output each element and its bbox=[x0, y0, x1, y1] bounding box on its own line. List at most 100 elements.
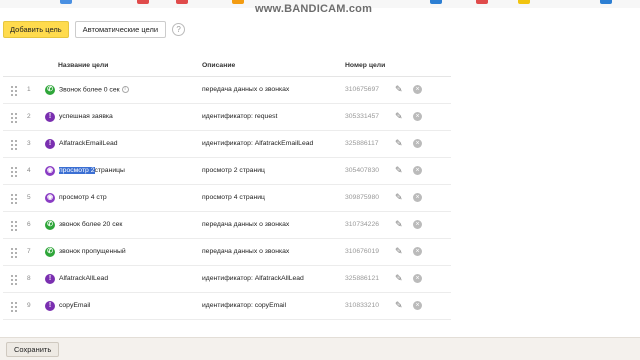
row-index: 9 bbox=[27, 302, 31, 309]
goal-number: 325886121 bbox=[345, 275, 380, 282]
row-index: 2 bbox=[27, 113, 31, 120]
goal-name: звонок пропущенный bbox=[59, 248, 126, 255]
goals-table: Название цели Описание Номер цели 1 ✆ Зв… bbox=[3, 55, 451, 320]
goal-description: передача данных о звонках bbox=[202, 221, 290, 228]
drag-handle-icon[interactable] bbox=[11, 167, 18, 177]
goal-name: успешная заявка bbox=[59, 113, 113, 120]
javascript-event-icon: ! bbox=[45, 139, 55, 149]
goal-description: идентификатор: copyEmail bbox=[202, 302, 287, 309]
javascript-event-icon: ! bbox=[45, 112, 55, 122]
delete-icon[interactable]: × bbox=[413, 85, 422, 94]
browser-favicon[interactable] bbox=[137, 0, 149, 4]
goal-number: 310676019 bbox=[345, 248, 380, 255]
help-icon[interactable]: ? bbox=[172, 23, 186, 36]
goal-number: 310833210 bbox=[345, 302, 380, 309]
delete-icon[interactable]: × bbox=[413, 247, 422, 256]
goal-name-text: AlfatrackEmailLead bbox=[59, 140, 118, 147]
goal-description: идентификатор: request bbox=[202, 113, 278, 120]
edit-pencil-icon[interactable]: ✎ bbox=[395, 300, 403, 311]
save-button[interactable]: Сохранить bbox=[6, 342, 60, 357]
drag-handle-icon[interactable] bbox=[11, 113, 18, 123]
edit-pencil-icon[interactable]: ✎ bbox=[395, 192, 403, 203]
auto-goals-button[interactable]: Автоматические цели bbox=[74, 21, 167, 38]
javascript-event-icon: ! bbox=[45, 301, 55, 311]
edit-pencil-icon[interactable]: ✎ bbox=[395, 111, 403, 122]
table-row[interactable]: 9 ! copyEmail идентификатор: copyEmail 3… bbox=[3, 293, 451, 320]
table-header: Название цели Описание Номер цели bbox=[3, 55, 451, 77]
row-index: 4 bbox=[27, 167, 31, 174]
edit-pencil-icon[interactable]: ✎ bbox=[395, 273, 403, 284]
column-header-description: Описание bbox=[202, 62, 236, 69]
browser-favicon[interactable] bbox=[60, 0, 72, 4]
drag-handle-icon[interactable] bbox=[11, 275, 18, 285]
goal-number: 310734226 bbox=[345, 221, 380, 228]
goal-description: просмотр 4 страниц bbox=[202, 194, 265, 201]
goal-name: AlfatrackEmailLead bbox=[59, 140, 118, 147]
goal-name-text: просмотр 4 стр bbox=[59, 194, 107, 201]
browser-favicon[interactable] bbox=[176, 0, 188, 4]
browser-favicon[interactable] bbox=[232, 0, 244, 4]
drag-handle-icon[interactable] bbox=[11, 221, 18, 231]
table-row[interactable]: 8 ! AlfatrackAllLead идентификатор: Alfa… bbox=[3, 266, 451, 293]
delete-icon[interactable]: × bbox=[413, 166, 422, 175]
phone-icon: ✆ bbox=[45, 220, 55, 230]
drag-handle-icon[interactable] bbox=[11, 140, 18, 150]
browser-favicon[interactable] bbox=[600, 0, 612, 4]
goal-name: AlfatrackAllLead bbox=[59, 275, 108, 282]
phone-icon: ✆ bbox=[45, 85, 55, 95]
goal-name: copyEmail bbox=[59, 302, 90, 309]
javascript-event-icon: ! bbox=[45, 274, 55, 284]
table-row[interactable]: 7 ✆ звонок пропущенный передача данных о… bbox=[3, 239, 451, 266]
delete-icon[interactable]: × bbox=[413, 112, 422, 121]
edit-pencil-icon[interactable]: ✎ bbox=[395, 84, 403, 95]
row-index: 1 bbox=[27, 86, 31, 93]
row-index: 5 bbox=[27, 194, 31, 201]
delete-icon[interactable]: × bbox=[413, 220, 422, 229]
delete-icon[interactable]: × bbox=[413, 301, 422, 310]
phone-icon: ✆ bbox=[45, 247, 55, 257]
table-row[interactable]: 4 ◉ просмотр 2страницы просмотр 2 страни… bbox=[3, 158, 451, 185]
goals-toolbar: Добавить цель Автоматические цели ? bbox=[3, 21, 186, 38]
goal-number: 309875980 bbox=[345, 194, 380, 201]
table-row[interactable]: 1 ✆ Звонок более 0 сек i передача данных … bbox=[3, 77, 451, 104]
goal-name: Звонок более 0 сек i bbox=[59, 86, 129, 93]
goal-name: просмотр 4 стр bbox=[59, 194, 107, 201]
goal-description: передача данных о звонках bbox=[202, 248, 290, 255]
goal-name-text: AlfatrackAllLead bbox=[59, 275, 109, 282]
goal-name: просмотр 2страницы bbox=[59, 167, 125, 174]
delete-icon[interactable]: × bbox=[413, 274, 422, 283]
column-header-name: Название цели bbox=[58, 62, 109, 69]
row-index: 3 bbox=[27, 140, 31, 147]
delete-icon[interactable]: × bbox=[413, 139, 422, 148]
table-row[interactable]: 3 ! AlfatrackEmailLead идентификатор: Al… bbox=[3, 131, 451, 158]
edit-pencil-icon[interactable]: ✎ bbox=[395, 138, 403, 149]
goals-rows: 1 ✆ Звонок более 0 сек i передача данных … bbox=[3, 77, 451, 320]
goal-name-text: звонок пропущенный bbox=[59, 248, 126, 255]
goal-name-text: звонок более 20 сек bbox=[59, 221, 123, 228]
edit-pencil-icon[interactable]: ✎ bbox=[395, 246, 403, 257]
drag-handle-icon[interactable] bbox=[11, 86, 18, 96]
drag-handle-icon[interactable] bbox=[11, 248, 18, 258]
goal-name-text: Звонок более 0 сек bbox=[59, 86, 120, 94]
edit-pencil-icon[interactable]: ✎ bbox=[395, 165, 403, 176]
add-goal-button[interactable]: Добавить цель bbox=[3, 21, 69, 38]
selected-text: просмотр 2 bbox=[59, 167, 95, 174]
table-row[interactable]: 2 ! успешная заявка идентификатор: reque… bbox=[3, 104, 451, 131]
goal-number: 305407830 bbox=[345, 167, 380, 174]
drag-handle-icon[interactable] bbox=[11, 194, 18, 204]
edit-pencil-icon[interactable]: ✎ bbox=[395, 219, 403, 230]
delete-icon[interactable]: × bbox=[413, 193, 422, 202]
goal-number: 325886117 bbox=[345, 140, 379, 147]
info-icon[interactable]: i bbox=[121, 86, 129, 93]
goal-description: идентификатор: AlfatrackEmailLead bbox=[202, 140, 314, 147]
table-row[interactable]: 5 ◉ просмотр 4 стр просмотр 4 страниц 30… bbox=[3, 185, 451, 212]
browser-favicon[interactable] bbox=[518, 0, 530, 4]
row-index: 7 bbox=[27, 248, 31, 255]
row-index: 6 bbox=[27, 221, 31, 228]
goal-number: 310675697 bbox=[345, 86, 380, 93]
drag-handle-icon[interactable] bbox=[11, 302, 18, 312]
browser-favicon[interactable] bbox=[476, 0, 488, 4]
goal-name: звонок более 20 сек bbox=[59, 221, 122, 228]
table-row[interactable]: 6 ✆ звонок более 20 сек передача данных … bbox=[3, 212, 451, 239]
browser-favicon[interactable] bbox=[430, 0, 442, 4]
